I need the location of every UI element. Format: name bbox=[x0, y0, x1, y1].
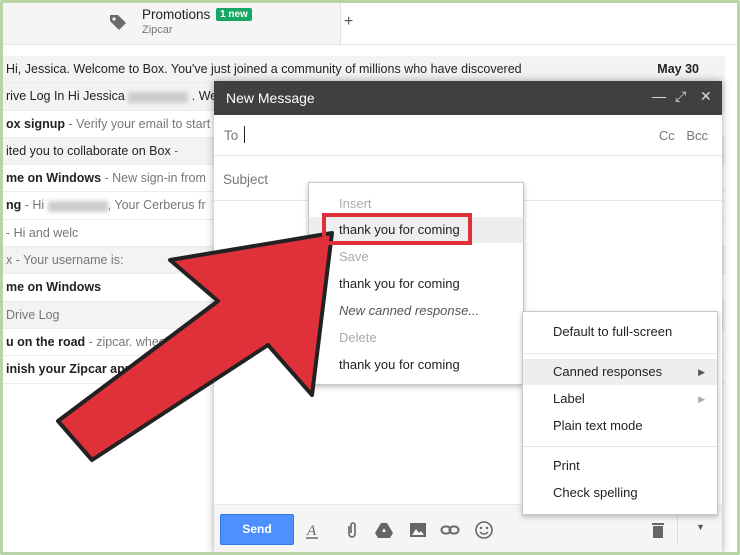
email-text: Hi, Jessica. Welcome to Box. You've just… bbox=[6, 62, 522, 76]
email-date: May 30 bbox=[657, 62, 699, 76]
trash-icon[interactable] bbox=[648, 520, 668, 540]
cc-bcc-links[interactable]: Cc Bcc bbox=[659, 128, 708, 143]
email-snippet: - Hi bbox=[21, 198, 48, 213]
canned-responses-label: Canned responses bbox=[553, 364, 663, 379]
tag-icon bbox=[110, 15, 126, 30]
attach-icon[interactable] bbox=[342, 520, 362, 540]
email-snippet: - Verify your email to start bbox=[65, 116, 211, 131]
email-snippet: x - Your username is: bbox=[6, 253, 124, 268]
svg-text:A: A bbox=[306, 523, 317, 539]
emoji-icon[interactable] bbox=[474, 520, 494, 540]
photo-icon[interactable] bbox=[408, 520, 428, 540]
email-sender: me on Windows bbox=[6, 280, 102, 295]
redacted-name bbox=[128, 91, 189, 103]
toolbar-divider bbox=[677, 515, 678, 545]
tab-primary[interactable] bbox=[0, 0, 93, 44]
email-text: rive Log In Hi Jessica bbox=[6, 89, 125, 104]
redacted-name bbox=[47, 200, 108, 212]
formatting-icon[interactable]: A bbox=[302, 520, 322, 540]
to-field[interactable]: To Cc Bcc bbox=[214, 115, 722, 156]
email-sender: me on Windows bbox=[6, 171, 102, 186]
save-header: Save bbox=[339, 249, 369, 264]
link-icon[interactable] bbox=[440, 520, 460, 540]
submenu-arrow-icon: ▶ bbox=[698, 367, 705, 377]
plus-icon[interactable]: + bbox=[344, 13, 353, 31]
check-spelling-item[interactable]: Check spelling bbox=[523, 480, 717, 506]
new-canned-response-item[interactable]: New canned response... bbox=[309, 298, 523, 324]
default-fullscreen-item[interactable]: Default to full-screen bbox=[523, 319, 717, 345]
menu-separator bbox=[523, 353, 717, 354]
label-item-label: Label bbox=[553, 391, 585, 406]
more-options-icon[interactable]: ▼ bbox=[696, 522, 705, 532]
send-button[interactable]: Send bbox=[220, 514, 294, 545]
email-snippet-cont: , Your Cerberus fr bbox=[107, 198, 206, 213]
drive-icon[interactable] bbox=[374, 520, 394, 540]
label-item[interactable]: Label ▶ bbox=[523, 386, 717, 412]
submenu-arrow-icon: ▶ bbox=[698, 394, 705, 404]
new-count-badge: 1 new bbox=[216, 8, 252, 21]
highlight-box bbox=[322, 213, 472, 245]
email-snippet: - zip bbox=[176, 362, 204, 377]
compose-header: New Message — ⤢ ✕ bbox=[214, 81, 722, 115]
to-label: To bbox=[224, 128, 239, 143]
close-icon[interactable]: ✕ bbox=[700, 88, 712, 105]
plain-text-mode-item[interactable]: Plain text mode bbox=[523, 413, 717, 439]
text-caret bbox=[244, 126, 245, 143]
save-thank-you-item[interactable]: thank you for coming bbox=[309, 271, 523, 297]
subject-placeholder: Subject bbox=[223, 172, 269, 187]
tab-promotions-sender: Zipcar bbox=[142, 24, 173, 36]
delete-header: Delete bbox=[339, 330, 377, 345]
email-sender: ox signup bbox=[6, 116, 66, 131]
tab-promotions[interactable]: Promotions 1 new Zipcar bbox=[92, 0, 341, 44]
email-snippet: Drive Log bbox=[6, 307, 60, 322]
tab-strip: Promotions 1 new Zipcar + bbox=[0, 0, 740, 45]
email-sender: inish your Zipcar application bbox=[6, 362, 177, 377]
email-sender: u on the road bbox=[6, 334, 86, 349]
email-sender: ng bbox=[6, 198, 22, 213]
more-options-menu: Default to full-screen Canned responses … bbox=[522, 311, 718, 515]
compose-title: New Message bbox=[226, 90, 315, 106]
canned-responses-item[interactable]: Canned responses ▶ bbox=[523, 359, 717, 385]
minimize-icon[interactable]: — bbox=[652, 88, 666, 104]
email-snippet: - New sign-in from bbox=[101, 171, 206, 186]
email-sender: ited you to collaborate on Box bbox=[6, 143, 171, 158]
email-snippet: - Hi and welc bbox=[6, 225, 79, 240]
email-row[interactable]: Hi, Jessica. Welcome to Box. You've just… bbox=[0, 56, 725, 84]
tab-promotions-title: Promotions bbox=[142, 7, 211, 22]
email-snippet: - bbox=[170, 143, 179, 158]
email-snippet: - zipcar. wheels wh bbox=[85, 334, 195, 349]
delete-thank-you-item[interactable]: thank you for coming bbox=[309, 352, 523, 378]
expand-icon[interactable]: ⤢ bbox=[675, 88, 686, 105]
print-item[interactable]: Print bbox=[523, 453, 717, 479]
menu-separator bbox=[523, 446, 717, 447]
